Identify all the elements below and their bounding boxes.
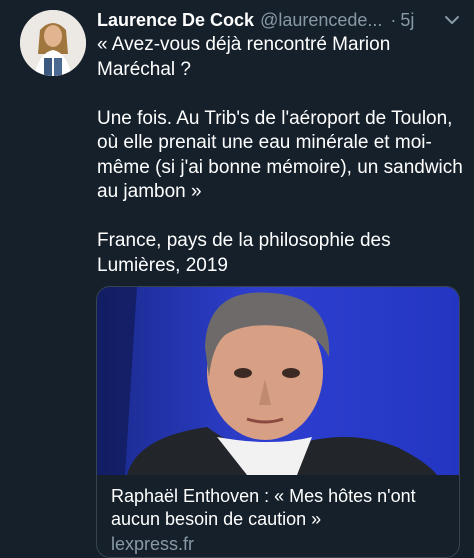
author-name[interactable]: Laurence De Cock <box>97 10 254 31</box>
card-title[interactable]: Raphaël Enthoven : « Mes hôtes n'ont auc… <box>111 485 447 531</box>
author-handle[interactable]: @laurencede... <box>260 10 382 31</box>
tweet-paragraph: Une fois. Au Trib's de l'aéroport de Tou… <box>97 107 463 203</box>
tweet-body: « Avez-vous déjà rencontré Marion Maréch… <box>97 33 467 278</box>
separator-dot: · <box>390 9 397 30</box>
card-image <box>97 287 459 475</box>
tweet-paragraph: France, pays de la philosophie des Lumiè… <box>97 230 391 276</box>
author-avatar[interactable] <box>20 10 86 76</box>
tweet-header: Laurence De Cock @laurencede... · 5j <box>97 8 462 32</box>
tweet-timestamp[interactable]: 5j <box>400 10 414 31</box>
card-domain: lexpress.fr <box>111 534 195 554</box>
tweet-paragraph: « Avez-vous déjà rencontré Marion Maréch… <box>97 34 391 80</box>
chevron-down-icon[interactable] <box>442 10 462 30</box>
link-preview-card[interactable]: Raphaël Enthoven : « Mes hôtes n'ont auc… <box>96 286 460 558</box>
